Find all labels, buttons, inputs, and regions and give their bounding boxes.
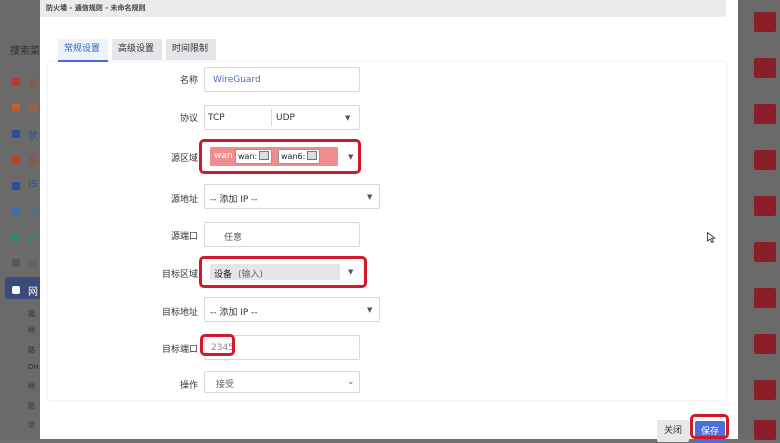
destination-port-label: 目标端口 <box>161 345 198 355</box>
protocol-option-tcp: TCP <box>208 113 225 123</box>
source-port-label: 源端口 <box>170 232 198 242</box>
menu-item-icon <box>12 208 20 216</box>
menu-item-icon <box>12 103 20 111</box>
mouse-pointer-icon <box>707 232 716 243</box>
tab-general[interactable]: 常规设置 <box>58 39 108 62</box>
menu-item-icon <box>12 233 20 241</box>
menu-item-icon <box>12 156 20 164</box>
modal-header: 防火墙 - 通信规则 - 未命名规则 <box>40 0 726 17</box>
chevron-down-icon: ▼ <box>367 306 373 314</box>
background-action-button <box>754 288 776 308</box>
background-action-button <box>754 150 776 170</box>
menu-item-icon <box>12 182 20 190</box>
destination-address-select[interactable]: -- 添加 IP -- ▼ <box>204 297 380 322</box>
background-action-button <box>754 380 776 400</box>
source-port-input[interactable]: 任意 <box>204 222 360 247</box>
destination-address-label: 目标地址 <box>161 308 198 318</box>
source-address-select[interactable]: -- 添加 IP -- ▼ <box>204 184 380 209</box>
source-zone-label: 源区域 <box>170 154 198 164</box>
background-action-button <box>754 58 776 78</box>
rule-modal: 防火墙 - 通信规则 - 未命名规则 常规设置 高级设置 时间限制 名称 Wir… <box>40 0 738 443</box>
menu-item-icon <box>12 130 20 138</box>
source-address-label: 源地址 <box>170 195 198 205</box>
action-label: 操作 <box>179 381 198 391</box>
tab-time-limit[interactable]: 时间限制 <box>166 39 216 60</box>
background-action-button <box>754 242 776 262</box>
background-action-button <box>754 104 776 124</box>
menu-item-icon <box>12 286 20 294</box>
background-action-button <box>754 12 776 32</box>
name-label: 名称 <box>179 76 198 86</box>
background-action-button <box>754 420 776 440</box>
protocol-divider <box>271 109 272 126</box>
highlight-destination-zone <box>199 256 367 288</box>
background-menu-item: 搜索菜 <box>10 46 40 57</box>
modal-title: 防火墙 - 通信规则 - 未命名规则 <box>46 4 146 12</box>
chevron-down-icon: ⌄ <box>347 377 355 387</box>
background-action-button <box>754 334 776 354</box>
menu-item-icon <box>12 78 20 86</box>
highlight-save-button <box>690 414 729 439</box>
background-action-button <box>754 196 776 216</box>
chevron-down-icon: ▼ <box>367 193 373 201</box>
menu-item-icon <box>12 259 20 267</box>
background-right-strip <box>738 0 780 440</box>
highlight-destination-port <box>200 334 235 356</box>
name-input[interactable]: WireGuard <box>204 67 360 92</box>
settings-panel: 名称 WireGuard 协议 TCP UDP ▼ 源区域 wan wan: w… <box>48 62 726 400</box>
background-sidebar: 搜索菜首网状系 iS Do 服网网接网路 DH 网防诊 <box>0 0 42 439</box>
tab-advanced[interactable]: 高级设置 <box>112 39 162 60</box>
protocol-multiselect[interactable]: TCP UDP ▼ <box>204 105 360 130</box>
protocol-option-udp: UDP <box>276 113 295 123</box>
protocol-label: 协议 <box>179 114 198 124</box>
destination-zone-label: 目标区域 <box>161 270 198 280</box>
chevron-down-icon: ▼ <box>345 114 351 122</box>
action-select[interactable]: 接受 ⌄ <box>204 371 360 393</box>
highlight-source-zone <box>199 139 361 174</box>
background-menu: 搜索菜首网状系 iS Do 服网网接网路 DH 网防诊 <box>0 0 42 439</box>
